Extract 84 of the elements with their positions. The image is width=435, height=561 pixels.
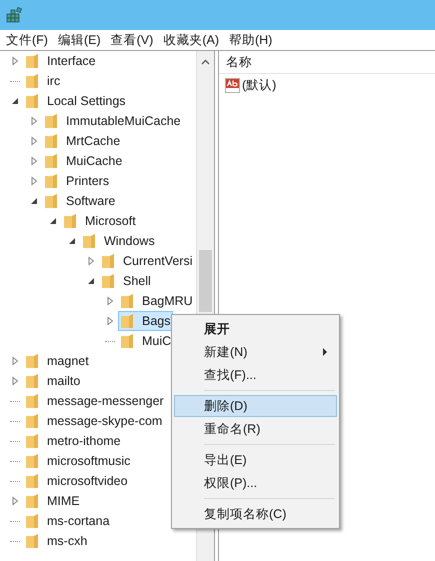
tree-item[interactable]: Printers [42, 171, 112, 191]
folder-icon [25, 513, 39, 529]
collapsed-icon[interactable] [29, 116, 39, 126]
tree-item[interactable]: MuiCache [42, 151, 124, 171]
folder-icon [120, 333, 134, 349]
folder-icon [82, 233, 96, 249]
collapsed-icon[interactable] [10, 356, 20, 366]
folder-icon [25, 533, 39, 549]
folder-icon [25, 413, 39, 429]
expanded-icon[interactable] [67, 236, 77, 246]
expanded-icon[interactable] [29, 196, 39, 206]
collapsed-icon[interactable] [29, 136, 39, 146]
expanded-icon[interactable] [10, 96, 20, 106]
folder-icon [63, 213, 77, 229]
collapsed-icon[interactable] [10, 376, 20, 386]
menu-item[interactable]: 权限(P)... [174, 472, 337, 494]
folder-icon [101, 253, 115, 269]
tree-item[interactable]: Shell [99, 271, 153, 291]
collapsed-icon[interactable] [10, 496, 20, 506]
tree-item[interactable]: MuiC [118, 331, 174, 351]
folder-icon [44, 133, 58, 149]
folder-icon [120, 293, 134, 309]
collapsed-icon[interactable] [86, 256, 96, 266]
collapsed-icon[interactable] [29, 176, 39, 186]
string-value-icon [225, 78, 240, 92]
menu-item[interactable]: 查找(F)... [174, 364, 337, 386]
tree-item[interactable]: metro-ithome [23, 431, 123, 451]
tree-item[interactable]: Software [42, 191, 118, 211]
folder-icon [120, 313, 134, 329]
folder-icon [25, 53, 39, 69]
tree-item[interactable]: message-skype-com [23, 411, 164, 431]
expanded-icon[interactable] [86, 276, 96, 286]
folder-icon [44, 153, 58, 169]
folder-icon [25, 493, 39, 509]
folder-icon [44, 193, 58, 209]
menu-item[interactable]: 导出(E) [174, 449, 337, 471]
menu-item[interactable]: 展开 [174, 318, 337, 340]
folder-icon [44, 173, 58, 189]
folder-icon [25, 393, 39, 409]
scrollbar-thumb[interactable] [199, 250, 212, 312]
tree-item[interactable]: ms-cxh [23, 531, 90, 551]
folder-icon [25, 373, 39, 389]
collapsed-icon[interactable] [105, 296, 115, 306]
folder-icon [25, 453, 39, 469]
menu-item[interactable]: 收藏夹(A) [158, 32, 224, 48]
tree-item[interactable]: MIME [23, 491, 82, 511]
scroll-up-icon[interactable] [201, 59, 210, 65]
menu-item[interactable]: 帮助(H) [224, 32, 278, 48]
folder-icon [25, 353, 39, 369]
folder-icon [44, 113, 58, 129]
tree-item[interactable]: Interface [23, 51, 98, 71]
folder-icon [25, 73, 39, 89]
tree-item[interactable]: Bags [118, 311, 172, 331]
menu-item[interactable]: 文件(F) [1, 32, 53, 48]
tree-item[interactable]: message-messenger [23, 391, 166, 411]
collapsed-icon[interactable] [10, 56, 20, 66]
tree-item[interactable]: ms-cortana [23, 511, 112, 531]
tree-item[interactable]: ImmutableMuiCache [42, 111, 183, 131]
column-header[interactable]: 名称 [226, 54, 252, 70]
value-name[interactable]: (默认) [242, 76, 276, 94]
menu-item[interactable]: 查看(V) [106, 32, 158, 48]
collapsed-icon[interactable] [29, 156, 39, 166]
tree-item[interactable]: microsoftvideo [23, 471, 130, 491]
folder-icon [25, 93, 39, 109]
menu-item[interactable]: 删除(D) [174, 395, 337, 417]
menu-item[interactable]: 新建(N) [174, 341, 337, 363]
menu-item[interactable]: 重命名(R) [174, 418, 337, 440]
folder-icon [101, 273, 115, 289]
folder-icon [25, 433, 39, 449]
collapsed-icon[interactable] [105, 316, 115, 326]
tree-item[interactable]: CurrentVersi [99, 251, 194, 271]
tree-item[interactable]: magnet [23, 351, 91, 371]
tree-item[interactable]: Local Settings [23, 91, 128, 111]
tree-item[interactable]: BagMRU [118, 291, 195, 311]
tree-item[interactable]: Microsoft [61, 211, 138, 231]
menu-item[interactable]: 复制项名称(C) [174, 503, 337, 525]
expanded-icon[interactable] [48, 216, 58, 226]
folder-icon [25, 473, 39, 489]
tree-item[interactable]: Windows [80, 231, 157, 251]
tree-item[interactable]: mailto [23, 371, 82, 391]
tree-item[interactable]: MrtCache [42, 131, 122, 151]
menu-item[interactable]: 编辑(E) [52, 32, 106, 48]
tree-item[interactable]: irc [23, 71, 62, 91]
tree-item[interactable]: microsoftmusic [23, 451, 132, 471]
